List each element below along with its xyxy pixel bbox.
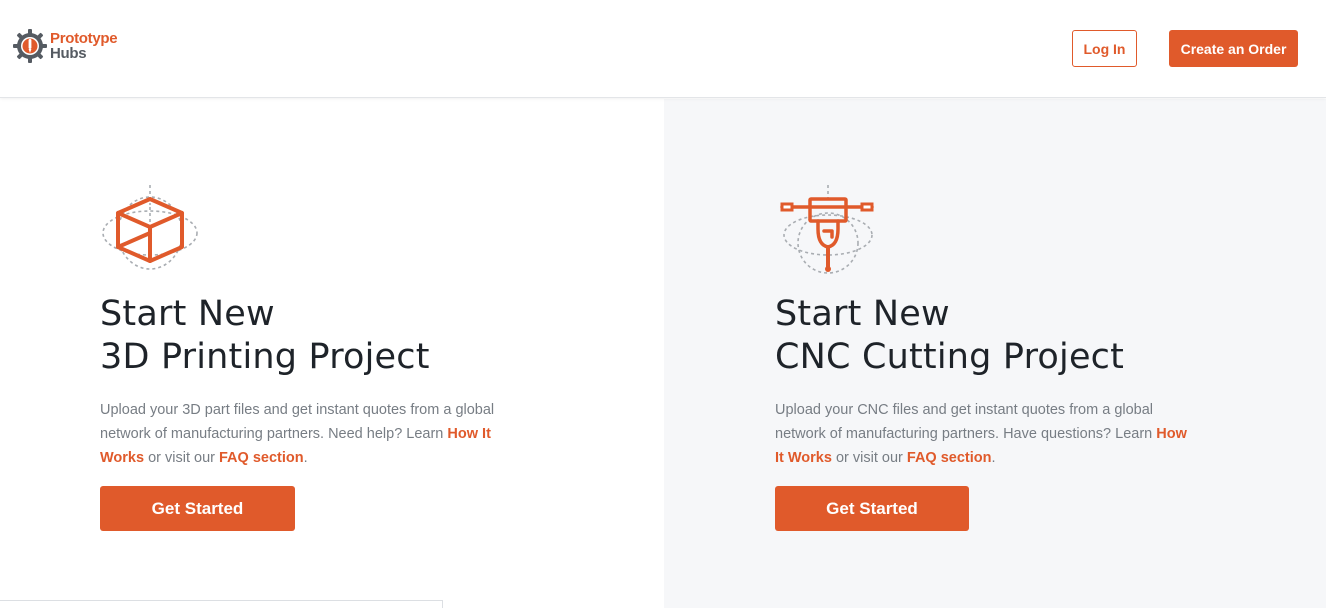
get-started-3d-button[interactable]: Get Started: [100, 486, 295, 531]
title-line2: CNC Cutting Project: [775, 337, 1125, 377]
bottom-popup-edge: [0, 600, 443, 608]
description-end: .: [303, 450, 308, 466]
faq-section-link[interactable]: FAQ section: [219, 450, 304, 466]
logo-line1: Prototype: [50, 30, 118, 47]
login-button[interactable]: Log In: [1072, 30, 1137, 67]
create-order-button[interactable]: Create an Order: [1169, 30, 1298, 67]
prototype-hubs-logo[interactable]: Prototype Hubs: [12, 28, 118, 64]
3d-printing-description: Upload your 3D part files and get instan…: [100, 398, 520, 470]
get-started-cnc-button[interactable]: Get Started: [775, 486, 969, 531]
cnc-cutting-panel: Start New CNC Cutting Project Upload you…: [664, 99, 1326, 608]
description-text: Upload your CNC files and get instant qu…: [775, 402, 1157, 442]
description-middle: or visit our: [144, 450, 219, 466]
cnc-mill-icon: [780, 185, 874, 274]
title-line2: 3D Printing Project: [100, 337, 430, 377]
description-end: .: [991, 450, 996, 466]
logo-wordmark: Prototype Hubs: [50, 30, 118, 62]
gear-logo-icon: [13, 29, 47, 63]
top-header: Prototype Hubs Log In Create an Order: [0, 0, 1326, 98]
3d-printing-panel: Start New 3D Printing Project Upload you…: [0, 99, 664, 608]
description-middle: or visit our: [831, 450, 907, 466]
title-line1: Start New: [100, 294, 275, 334]
title-line1: Start New: [775, 294, 950, 334]
cnc-cutting-description: Upload your CNC files and get instant qu…: [775, 398, 1195, 470]
logo-line2: Hubs: [50, 45, 87, 62]
description-text: Upload your 3D part files and get instan…: [100, 402, 495, 442]
3d-printing-title: Start New 3D Printing Project: [100, 293, 560, 379]
faq-section-link[interactable]: FAQ section: [907, 450, 992, 466]
cnc-cutting-title: Start New CNC Cutting Project: [775, 293, 1235, 379]
3d-cube-icon: [102, 185, 198, 270]
